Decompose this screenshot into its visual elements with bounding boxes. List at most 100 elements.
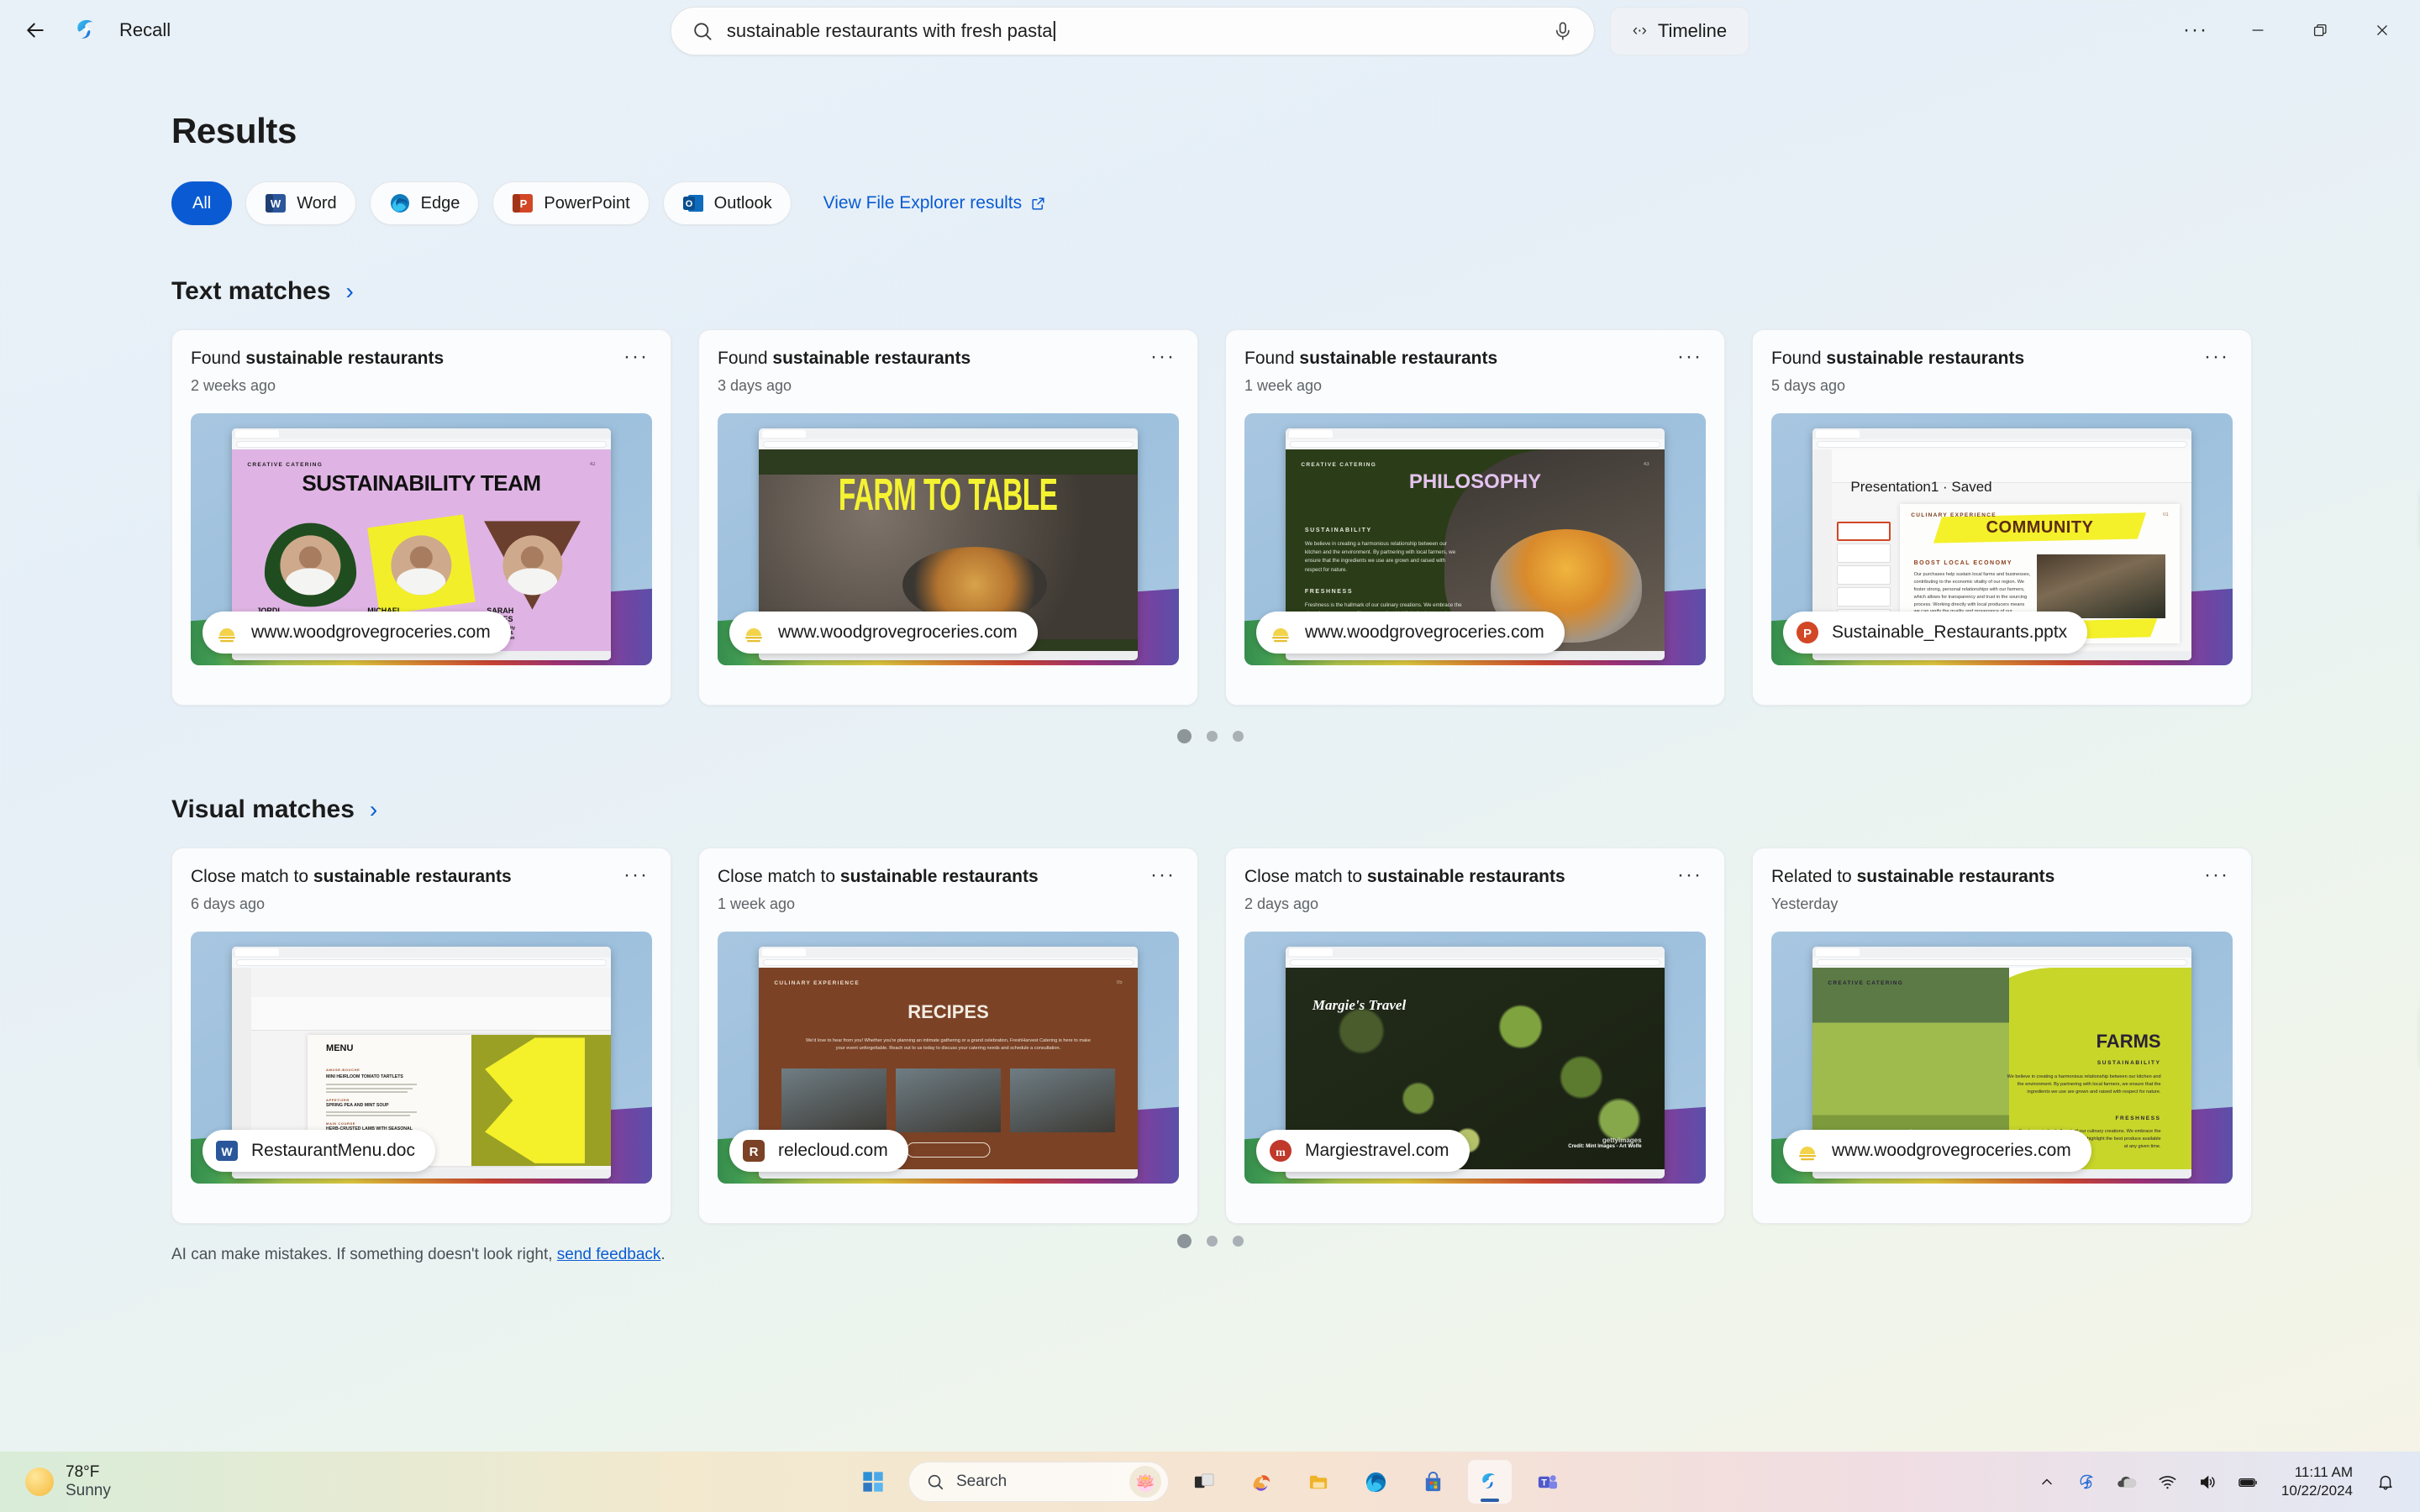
card-more-button[interactable]: ···: [620, 865, 652, 885]
pagination-dot[interactable]: [1176, 729, 1192, 743]
text-matches-carousel: Found sustainable restaurants 2 weeks ag…: [171, 329, 2420, 706]
card-more-button[interactable]: ···: [1674, 865, 1706, 885]
pagination-dot[interactable]: [1206, 1236, 1218, 1247]
mic-icon[interactable]: [1552, 18, 1574, 44]
onedrive-icon: [2118, 1476, 2137, 1487]
pagination-dot[interactable]: [1206, 731, 1218, 742]
outlook-icon: O: [682, 192, 704, 214]
section-header-visual-matches[interactable]: Visual matches ›: [171, 795, 2420, 824]
source-badge[interactable]: www.woodgrovegroceries.com: [1256, 612, 1565, 654]
slide-page-number: 01: [2163, 512, 2169, 518]
file-explorer-link-label: View File Explorer results: [823, 193, 1023, 213]
minimize-button[interactable]: [2227, 5, 2289, 55]
task-view-icon: [1194, 1473, 1214, 1488]
teams-button[interactable]: T: [1525, 1460, 1569, 1504]
relecloud-icon: R: [741, 1138, 766, 1163]
card-title: Found sustainable restaurants: [191, 349, 445, 368]
menu-item-name: MINI HEIRLOOM TOMATO TARTLETS: [326, 1074, 403, 1079]
filter-chip-label: Edge: [420, 193, 460, 213]
taskbar-clock[interactable]: 11:11 AM 10/22/2024: [2281, 1463, 2353, 1500]
result-card[interactable]: Close match to sustainable restaurants 1…: [698, 848, 1198, 1224]
filter-chip-word[interactable]: W Word: [245, 181, 356, 225]
svg-text:T: T: [1541, 1478, 1547, 1488]
restore-button[interactable]: [2289, 5, 2351, 55]
source-badge[interactable]: P Sustainable_Restaurants.pptx: [1783, 612, 2088, 654]
microsoft-store-icon: [1425, 1471, 1440, 1491]
taskbar-search-box[interactable]: Search 🪷: [908, 1462, 1169, 1502]
notification-button[interactable]: [2373, 1469, 2398, 1494]
result-card[interactable]: Related to sustainable restaurants Yeste…: [1752, 848, 2252, 1224]
disclaimer-text: AI can make mistakes. If something doesn…: [171, 1246, 557, 1263]
pagination-dot[interactable]: [1176, 1234, 1192, 1248]
back-arrow-icon: [27, 23, 44, 38]
filter-chip-label: PowerPoint: [544, 193, 630, 213]
word-icon: W: [214, 1138, 239, 1163]
result-card[interactable]: Found sustainable restaurants 5 days ago…: [1752, 329, 2252, 706]
task-view-button[interactable]: [1182, 1460, 1226, 1504]
source-badge-label: www.woodgrovegroceries.com: [251, 622, 491, 642]
filter-chip-edge[interactable]: Edge: [369, 181, 480, 225]
source-badge[interactable]: W RestaurantMenu.doc: [203, 1130, 435, 1172]
source-badge[interactable]: www.woodgrovegroceries.com: [729, 612, 1038, 654]
source-badge[interactable]: m Margiestravel.com: [1256, 1130, 1470, 1172]
back-button[interactable]: [12, 7, 59, 54]
woodgrove-logo-icon: [741, 620, 766, 645]
card-title: Close match to sustainable restaurants: [191, 867, 512, 886]
slide-paragraph: We believe in creating a harmonious rela…: [1304, 540, 1456, 573]
edge-button[interactable]: [1354, 1460, 1397, 1504]
pagination-dot[interactable]: [1232, 1236, 1244, 1247]
margies-icon: m: [1268, 1138, 1293, 1163]
source-badge[interactable]: www.woodgrovegroceries.com: [1783, 1130, 2091, 1172]
view-file-explorer-results-link[interactable]: View File Explorer results: [823, 193, 1047, 213]
source-badge[interactable]: R relecloud.com: [729, 1130, 908, 1172]
result-card[interactable]: Found sustainable restaurants 1 week ago…: [1225, 329, 1725, 706]
filter-chip-outlook[interactable]: O Outlook: [662, 181, 792, 225]
result-card[interactable]: Found sustainable restaurants 3 days ago…: [698, 329, 1198, 706]
windows-taskbar: 78°F Sunny Search 🪷 T 11:11 AM 10/22/202…: [0, 1452, 2420, 1512]
volume-button[interactable]: [2196, 1469, 2221, 1494]
copilot-tray-icon: [2080, 1474, 2094, 1489]
tray-expand-button[interactable]: [2034, 1469, 2060, 1494]
source-badge[interactable]: www.woodgrovegroceries.com: [203, 612, 511, 654]
card-timestamp: 5 days ago: [1771, 377, 1846, 394]
start-button[interactable]: [851, 1460, 895, 1504]
wifi-button[interactable]: [2155, 1469, 2181, 1494]
weather-widget[interactable]: 78°F Sunny: [0, 1463, 353, 1500]
card-more-button[interactable]: ···: [2201, 347, 2233, 367]
svg-text:R: R: [750, 1145, 759, 1159]
send-feedback-link[interactable]: send feedback: [557, 1246, 661, 1263]
result-card[interactable]: Close match to sustainable restaurants 2…: [1225, 848, 1725, 1224]
result-card[interactable]: Found sustainable restaurants 2 weeks ag…: [171, 329, 671, 706]
section-header-text-matches[interactable]: Text matches ›: [171, 277, 2420, 306]
close-button[interactable]: [2351, 5, 2413, 55]
microsoft-store-button[interactable]: [1411, 1460, 1455, 1504]
battery-button[interactable]: [2236, 1469, 2261, 1494]
card-more-button[interactable]: ···: [1147, 347, 1179, 367]
search-input[interactable]: sustainable restaurants with fresh pasta: [670, 7, 1595, 55]
card-timestamp: 2 weeks ago: [191, 377, 276, 394]
copilot-button[interactable]: [1239, 1460, 1283, 1504]
file-explorer-button[interactable]: [1297, 1460, 1340, 1504]
pagination-dot[interactable]: [1232, 731, 1244, 742]
card-more-button[interactable]: ···: [2201, 865, 2233, 885]
document-headline: MENU: [326, 1042, 354, 1053]
onedrive-button[interactable]: [2115, 1469, 2140, 1494]
clock-time: 11:11 AM: [2294, 1464, 2353, 1481]
woodgrove-logo-icon: [1795, 1138, 1820, 1163]
filter-chip-all[interactable]: All: [171, 181, 233, 225]
filter-chip-label: Word: [297, 193, 337, 213]
card-more-button[interactable]: ···: [1674, 347, 1706, 367]
result-card[interactable]: Close match to sustainable restaurants 6…: [171, 848, 671, 1224]
weather-temperature: 78°F: [66, 1463, 100, 1481]
filter-chip-powerpoint[interactable]: P PowerPoint: [492, 181, 650, 225]
recall-button[interactable]: [1468, 1460, 1512, 1504]
timeline-button[interactable]: ‹·› Timeline: [1609, 7, 1750, 55]
section-title: Text matches: [171, 277, 331, 305]
sun-icon: [25, 1467, 54, 1496]
window-titlebar: Recall sustainable restaurants with fres…: [0, 0, 2420, 60]
card-more-button[interactable]: ···: [1147, 865, 1179, 885]
card-more-button[interactable]: ···: [620, 347, 652, 367]
copilot-tray-button[interactable]: [2075, 1469, 2100, 1494]
window-more-button[interactable]: ···: [2165, 5, 2227, 55]
card-title: Related to sustainable restaurants: [1771, 867, 2055, 886]
